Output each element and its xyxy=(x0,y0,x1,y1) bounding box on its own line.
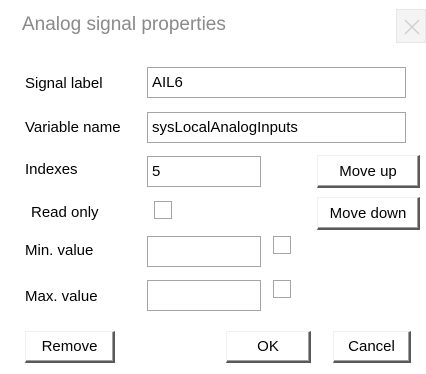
ok-button[interactable]: OK xyxy=(226,331,311,363)
move-up-button[interactable]: Move up xyxy=(317,155,420,188)
indexes-input[interactable] xyxy=(147,156,261,187)
signal-label-label: Signal label xyxy=(25,75,103,92)
max-value-checkbox[interactable] xyxy=(273,280,291,298)
cancel-button[interactable]: Cancel xyxy=(333,331,411,363)
min-value-label: Min. value xyxy=(25,242,94,259)
move-down-button[interactable]: Move down xyxy=(317,197,420,230)
variable-name-label: Variable name xyxy=(25,119,121,136)
min-value-checkbox[interactable] xyxy=(273,236,291,254)
min-value-input[interactable] xyxy=(147,236,261,267)
remove-button[interactable]: Remove xyxy=(25,331,115,363)
close-button[interactable] xyxy=(396,9,426,43)
dialog-title: Analog signal properties xyxy=(22,14,226,35)
title-bar: Analog signal properties xyxy=(0,0,426,52)
signal-label-input[interactable] xyxy=(147,67,406,98)
read-only-checkbox[interactable] xyxy=(154,201,172,219)
variable-name-input[interactable] xyxy=(147,112,406,143)
analog-signal-properties-dialog: Analog signal properties Signal label Va… xyxy=(0,0,426,374)
indexes-label: Indexes xyxy=(25,161,78,178)
read-only-label: Read only xyxy=(31,204,99,221)
close-icon xyxy=(404,19,420,35)
max-value-input[interactable] xyxy=(147,280,261,311)
max-value-label: Max. value xyxy=(25,288,98,305)
